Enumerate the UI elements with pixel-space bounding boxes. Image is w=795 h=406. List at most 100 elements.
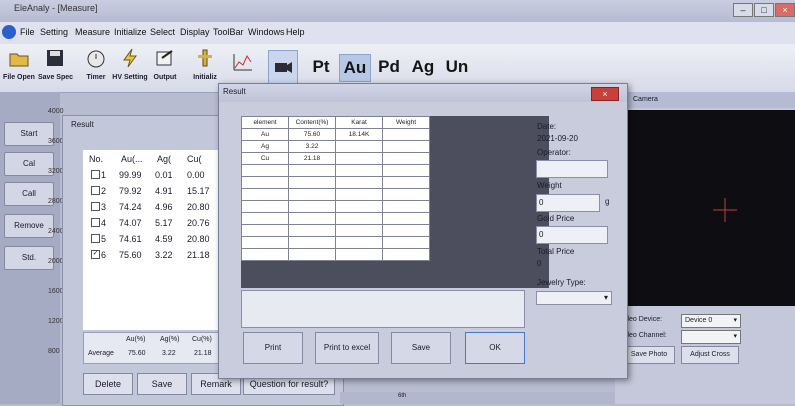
row-ag: 0.01 xyxy=(155,170,173,180)
row-au: 74.61 xyxy=(119,234,142,244)
table-row[interactable] xyxy=(241,224,430,237)
menu-initialize[interactable]: Initialize xyxy=(114,27,147,37)
menu-display[interactable]: Display xyxy=(180,27,210,37)
initialize-icon xyxy=(198,49,212,67)
avg-header-au: Au(%) xyxy=(126,336,146,343)
row-checkbox-checked[interactable]: ✓ xyxy=(91,250,100,259)
menu-file[interactable]: File xyxy=(20,27,35,37)
avg-ag: 3.22 xyxy=(162,350,176,357)
row-ag: 4.96 xyxy=(155,202,173,212)
row-au: 99.99 xyxy=(119,170,142,180)
file-open-button[interactable]: File Open xyxy=(2,48,36,88)
initialize-label: Initializ xyxy=(193,74,217,81)
menu-windows[interactable]: Windows xyxy=(248,27,285,37)
operator-label: Operator: xyxy=(537,148,571,157)
table-row[interactable] xyxy=(241,236,430,249)
spectrum-button[interactable] xyxy=(228,48,258,88)
save-result-button[interactable]: Save xyxy=(137,373,187,395)
adjust-cross-button[interactable]: Adjust Cross xyxy=(681,346,739,364)
x-tick: 6th xyxy=(398,393,407,399)
initialize-button[interactable]: Initializ xyxy=(190,48,220,88)
app-icon xyxy=(2,25,16,39)
result-history-title: Result xyxy=(71,120,94,129)
table-row[interactable] xyxy=(241,176,430,189)
maximize-button[interactable]: □ xyxy=(754,3,774,17)
timer-button[interactable]: Timer xyxy=(82,48,110,88)
element-pt-button[interactable]: Pt xyxy=(306,54,336,80)
video-device-value: Device 0 xyxy=(685,317,713,324)
weight-label: Weight xyxy=(537,181,562,190)
result-dialog: Result × element Content(%) Karat Weight… xyxy=(218,83,628,379)
menu-bar: File Setting Measure Initialize Select D… xyxy=(0,22,795,44)
element-pd-button[interactable]: Pd xyxy=(374,54,404,80)
minimize-button[interactable]: – xyxy=(733,3,753,17)
menu-select[interactable]: Select xyxy=(150,27,175,37)
cell-karat: 18.14K xyxy=(335,128,383,141)
gold-price-input[interactable]: 0 xyxy=(536,226,608,244)
row-au: 74.07 xyxy=(119,218,142,228)
cell-content: 21.18 xyxy=(288,152,336,165)
delete-button[interactable]: Delete xyxy=(83,373,133,395)
folder-open-icon xyxy=(9,53,29,67)
gold-price-label: Gold Price xyxy=(537,214,575,223)
cell-content: 75.60 xyxy=(288,128,336,141)
row-no: 2 xyxy=(101,186,107,196)
header-cu: Cu( xyxy=(187,154,202,164)
row-checkbox[interactable] xyxy=(91,218,100,227)
cell-karat xyxy=(335,152,383,165)
table-row[interactable] xyxy=(241,200,430,213)
stopwatch-icon xyxy=(87,50,105,68)
chevron-down-icon: ▾ xyxy=(603,293,608,302)
element-un-button[interactable]: Un xyxy=(442,54,472,80)
hv-setting-button[interactable]: HV Setting xyxy=(112,48,148,88)
weight-input[interactable]: 0 xyxy=(536,194,600,212)
chevron-down-icon: ▾ xyxy=(733,317,737,324)
dialog-close-button[interactable]: × xyxy=(591,87,619,101)
total-price-value: 0 xyxy=(537,259,542,268)
save-photo-button[interactable]: Save Photo xyxy=(623,346,675,364)
table-row[interactable] xyxy=(241,188,430,201)
row-checkbox[interactable] xyxy=(91,170,100,179)
table-row[interactable] xyxy=(241,212,430,225)
video-channel-select[interactable]: ▾ xyxy=(681,330,741,344)
output-button[interactable]: Output xyxy=(150,48,180,88)
row-checkbox[interactable] xyxy=(91,234,100,243)
close-button[interactable]: × xyxy=(775,3,795,17)
table-row[interactable]: Cu 21.18 xyxy=(241,152,430,165)
element-table: element Content(%) Karat Weight Au 75.60… xyxy=(241,116,430,261)
operator-input[interactable] xyxy=(536,160,608,178)
jewelry-type-select[interactable]: ▾ xyxy=(536,291,612,305)
print-to-excel-button[interactable]: Print to excel xyxy=(315,332,379,364)
element-ag-button[interactable]: Ag xyxy=(408,54,438,80)
row-checkbox[interactable] xyxy=(91,202,100,211)
cell-element: Ag xyxy=(241,140,289,153)
menu-setting[interactable]: Setting xyxy=(40,27,68,37)
notes-textarea[interactable] xyxy=(241,290,525,328)
row-cu: 0.00 xyxy=(187,170,205,180)
table-row[interactable]: Ag 3.22 xyxy=(241,140,430,153)
dialog-save-button[interactable]: Save xyxy=(391,332,451,364)
menu-help[interactable]: Help xyxy=(286,27,305,37)
col-karat: Karat xyxy=(335,116,383,129)
video-device-select[interactable]: Device 0 ▾ xyxy=(681,314,741,328)
print-button[interactable]: Print xyxy=(243,332,303,364)
row-cu: 15.17 xyxy=(187,186,210,196)
crosshair-icon xyxy=(713,198,737,222)
cell-weight xyxy=(382,128,430,141)
file-open-label: File Open xyxy=(3,74,35,81)
menu-measure[interactable]: Measure xyxy=(75,27,110,37)
row-no: 6 xyxy=(101,250,107,260)
row-au: 75.60 xyxy=(119,250,142,260)
element-au-button[interactable]: Au xyxy=(339,54,371,82)
table-row[interactable] xyxy=(241,164,430,177)
save-spec-button[interactable]: Save Spec xyxy=(38,48,73,88)
avg-cu: 21.18 xyxy=(194,350,212,357)
table-row[interactable] xyxy=(241,248,430,261)
avg-header-cu: Cu(%) xyxy=(192,336,212,343)
row-ag: 5.17 xyxy=(155,218,173,228)
ok-button[interactable]: OK xyxy=(465,332,525,364)
cell-weight xyxy=(382,140,430,153)
row-checkbox[interactable] xyxy=(91,186,100,195)
table-row[interactable]: Au 75.60 18.14K xyxy=(241,128,430,141)
menu-toolbar[interactable]: ToolBar xyxy=(213,27,244,37)
